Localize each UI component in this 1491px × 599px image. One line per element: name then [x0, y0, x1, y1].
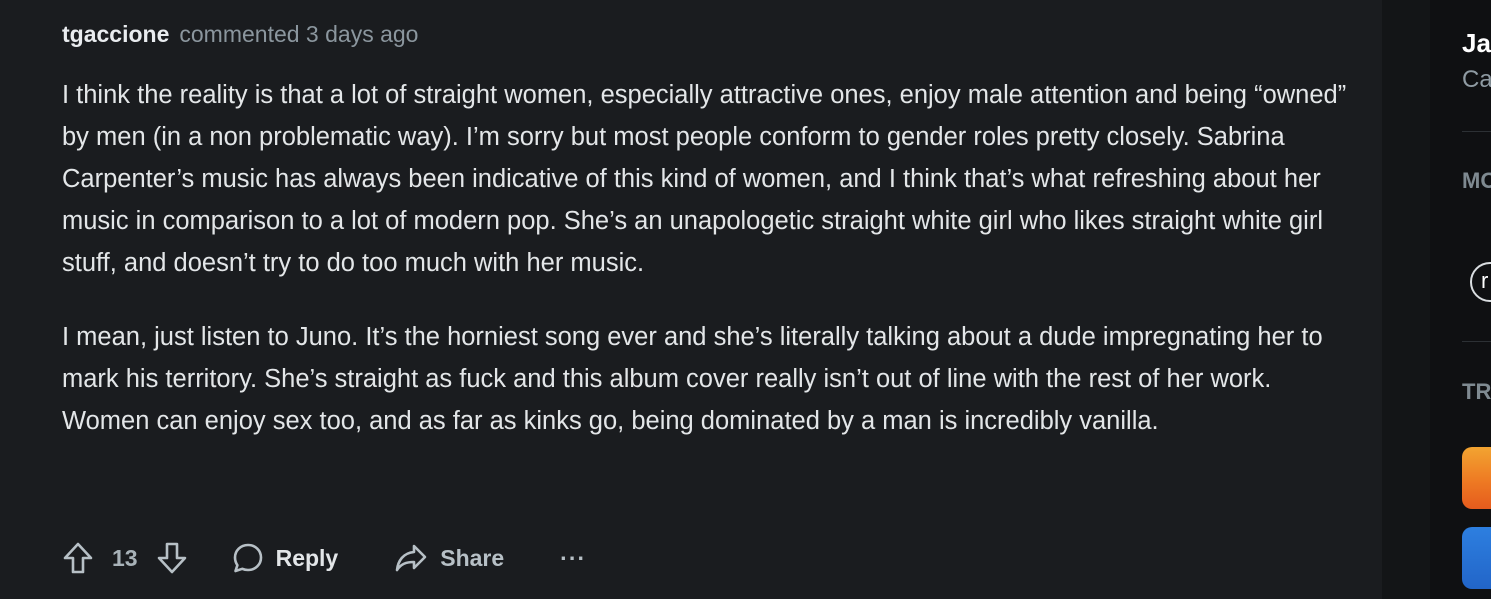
- comment-author[interactable]: tgaccione: [62, 21, 169, 47]
- share-button[interactable]: Share: [394, 543, 504, 573]
- ellipsis-icon: ···: [560, 544, 587, 571]
- comment-paragraph-2: I mean, just listen to Juno. It’s the ho…: [62, 323, 1323, 435]
- sidebar-circle-button[interactable]: r: [1470, 262, 1491, 302]
- comment-container: tgaccione commented 3 days ago I think th…: [0, 0, 1382, 599]
- upvote-icon[interactable]: [62, 541, 94, 575]
- sidebar-title[interactable]: Ja: [1462, 28, 1491, 59]
- vote-count: 13: [112, 544, 138, 571]
- reply-bubble-icon: [232, 542, 264, 574]
- community-avatar[interactable]: [1462, 527, 1491, 589]
- share-label: Share: [440, 544, 505, 571]
- sidebar-subtitle: Ca: [1462, 66, 1491, 93]
- sidebar-section-heading: MO: [1462, 168, 1491, 193]
- comment-body: I think the reality is that a lot of str…: [62, 74, 1362, 474]
- sidebar-section-heading: TR: [1462, 379, 1491, 404]
- share-arrow-icon: [394, 543, 428, 573]
- comment-timestamp: commented 3 days ago: [179, 21, 419, 47]
- page: tgaccione commented 3 days ago I think th…: [0, 0, 1491, 599]
- sidebar-divider: [1462, 131, 1491, 132]
- comment-paragraph-1: I think the reality is that a lot of str…: [62, 81, 1347, 277]
- downvote-icon[interactable]: [156, 541, 188, 575]
- community-avatar[interactable]: [1462, 447, 1491, 509]
- more-options-button[interactable]: ···: [560, 545, 586, 572]
- right-sidebar: Ja Ca MO r TR: [1430, 0, 1491, 599]
- reply-label: Reply: [275, 544, 339, 571]
- comment-action-bar: 13 Reply Share ···: [62, 538, 586, 578]
- column-gutter: [1382, 0, 1430, 599]
- comment-header: tgaccione commented 3 days ago: [62, 20, 418, 48]
- sidebar-divider: [1462, 341, 1491, 342]
- reply-button[interactable]: Reply: [232, 542, 339, 574]
